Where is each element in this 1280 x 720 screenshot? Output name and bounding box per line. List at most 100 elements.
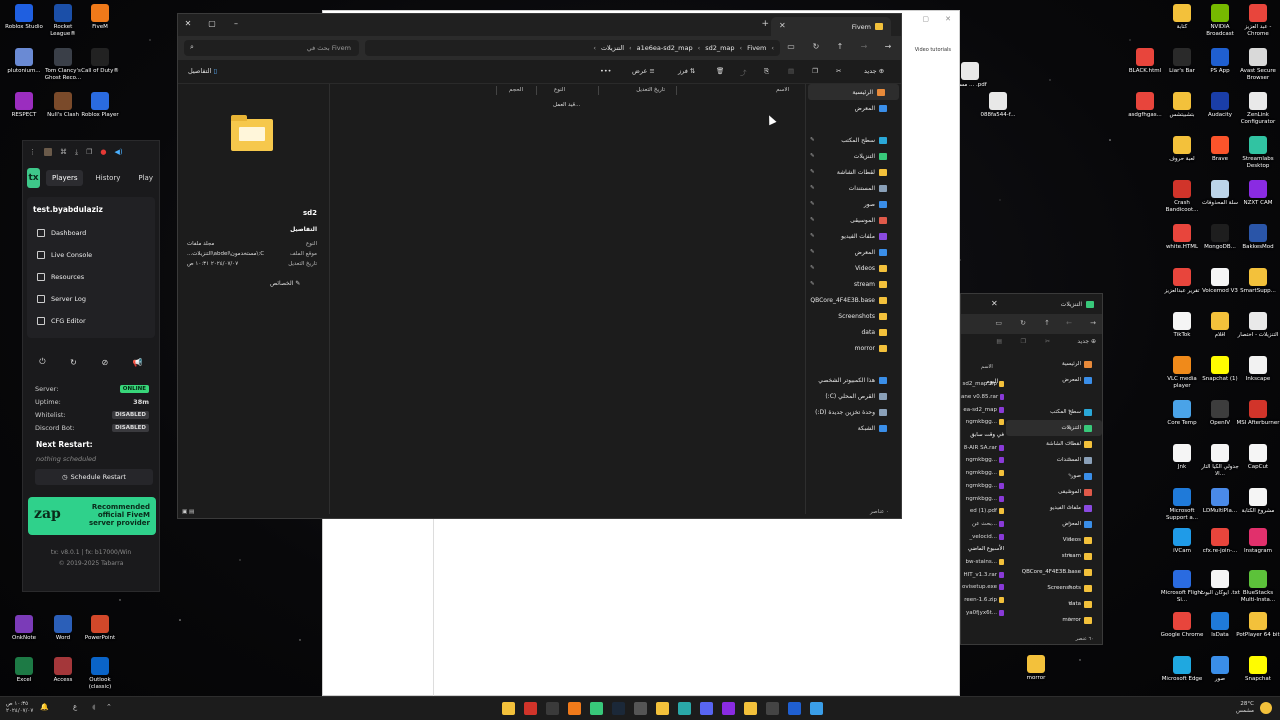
sidebar-item[interactable]: صور ✎ xyxy=(1006,468,1102,484)
file-explorer-window[interactable]: ✕ ▢ – + ✕ Fivem ⌕ بحث في Fivem ‹ التنزيل… xyxy=(177,13,902,519)
breadcrumb-item[interactable]: sd2_map xyxy=(705,44,734,52)
desktop-icon[interactable]: Call of Duty® xyxy=(78,48,122,75)
column-size[interactable]: الحجم xyxy=(509,87,523,93)
clock[interactable]: ١٠:٣٥ ص ٢٠٢٤/٠٧/٠٧ xyxy=(6,701,33,715)
desktop-icon[interactable]: RESPECT xyxy=(2,92,46,119)
menu-item-resources[interactable]: Resources xyxy=(33,266,149,288)
avatar-icon[interactable] xyxy=(44,148,52,156)
file-row[interactable]: bw-stains... xyxy=(961,556,1007,569)
back-arrow-icon[interactable]: → xyxy=(1090,319,1096,327)
tray-icon[interactable]: ◖ xyxy=(92,703,96,711)
desktop-icon[interactable]: 088fa544-f... xyxy=(976,92,1020,119)
record-icon[interactable]: ● xyxy=(100,148,106,156)
sidebar-item[interactable]: الشبكة xyxy=(806,420,901,436)
cut-icon[interactable]: ✂ xyxy=(836,67,841,75)
desktop-icon[interactable]: NZXT CAM xyxy=(1236,180,1280,207)
show-hidden-icons-icon[interactable]: ⌃ xyxy=(106,703,112,711)
rename-icon[interactable]: ⎘ xyxy=(764,67,769,76)
file-explorer-icon[interactable] xyxy=(502,702,515,715)
view-button[interactable]: عرض ≡ xyxy=(632,67,655,75)
maximize-icon[interactable]: ▢ xyxy=(922,15,929,23)
desktop-icon[interactable]: morror xyxy=(1014,655,1058,682)
more-options-icon[interactable]: ••• xyxy=(600,67,612,75)
sidebar-item[interactable]: Videos ✎ xyxy=(806,260,901,276)
forward-arrow-icon[interactable]: → xyxy=(858,42,870,51)
downloads-explorer-window[interactable]: التنزيلات ✕ → ← ↑ ↻ ▭ ⊕ جديد ✂ ❐ ▤ الاسم… xyxy=(960,293,1103,645)
app-green-icon[interactable] xyxy=(590,702,603,715)
file-row[interactable]: ngmkbgg... xyxy=(961,480,1007,493)
file-row[interactable]: 8-AIR SA.rar xyxy=(961,441,1007,454)
sidebar-item[interactable]: سطح المكتب ✎ xyxy=(1006,404,1102,420)
desktop-icon[interactable]: Excel xyxy=(2,657,46,684)
sidebar-item[interactable]: Screenshots ✎ xyxy=(1006,580,1102,596)
sidebar-item[interactable]: QBCore_4F4E3B.base xyxy=(806,292,901,308)
column-type[interactable]: النوع xyxy=(554,87,565,93)
steam-icon[interactable] xyxy=(612,702,625,715)
language-indicator[interactable]: ع xyxy=(73,703,77,711)
file-row[interactable]: ya0fjyx6t... xyxy=(961,606,1007,619)
desktop-icon[interactable]: Roblox Studio xyxy=(2,4,46,31)
file-row[interactable]: sd2_map.zip xyxy=(961,378,1007,391)
desktop-icon[interactable]: MSI Afterburner xyxy=(1236,400,1280,427)
sort-button[interactable]: فرز ⇅ xyxy=(678,67,695,75)
file-row[interactable]: _velocid... xyxy=(961,530,1007,543)
up-arrow-icon[interactable]: ↑ xyxy=(834,42,846,51)
file-row[interactable]: ea-sd2_map xyxy=(961,403,1007,416)
notification-icon[interactable]: 🔔 xyxy=(40,703,49,711)
sidebar-item[interactable]: morror ✎ xyxy=(1006,612,1102,628)
file-row[interactable]: ovisetup.exe xyxy=(961,581,1007,594)
sidebar-item[interactable]: صور ✎ xyxy=(806,196,901,212)
sidebar-item[interactable]: المعرض xyxy=(806,100,901,116)
desktop-icon[interactable]: BakkesMod xyxy=(1236,224,1280,251)
desktop-icon[interactable]: PowerPoint xyxy=(78,615,122,642)
tab-history[interactable]: History xyxy=(89,170,126,186)
close-tab-icon[interactable]: ✕ xyxy=(991,299,998,308)
copy-icon[interactable]: ❐ xyxy=(812,67,818,75)
computer-icon[interactable]: ▭ xyxy=(995,319,1002,327)
file-row[interactable]: ngmkbgg... xyxy=(961,467,1007,480)
desktop-icon[interactable]: OnkNote xyxy=(2,615,46,642)
paste-icon[interactable]: ▤ xyxy=(788,67,794,75)
sidebar-item[interactable]: ملفات الفيديو ✎ xyxy=(806,228,901,244)
column-modified[interactable]: تاريخ التعديل xyxy=(636,87,665,93)
sidebar-item[interactable]: التنزيلات ✎ xyxy=(806,148,901,164)
desktop-icon[interactable]: PotPlayer 64 bit xyxy=(1236,612,1280,639)
folder-icon[interactable] xyxy=(656,702,669,715)
breadcrumb-item[interactable]: a1e6ea-sd2_map xyxy=(637,44,693,52)
app-teal-icon[interactable] xyxy=(678,702,691,715)
txadmin-panel[interactable]: ⋮ ⌘ ⤓ ❐ ● ◀) tx Players History Play tes… xyxy=(22,140,160,592)
refresh-icon[interactable]: ↻ xyxy=(1020,319,1026,327)
file-row[interactable]: ngmkbgg... xyxy=(961,492,1007,505)
sidebar-item[interactable]: QBCore_4F4E3B.base ✎ xyxy=(1006,564,1102,580)
discord-icon[interactable] xyxy=(700,702,713,715)
file-row[interactable]: reen-1.6.zip xyxy=(961,594,1007,607)
desktop-icon[interactable]: Instagram xyxy=(1236,528,1280,555)
back-arrow-icon[interactable]: → xyxy=(882,42,894,51)
desktop-icon[interactable]: Inkscape xyxy=(1236,356,1280,383)
stop-server-icon[interactable]: ⏻ xyxy=(39,357,45,367)
desktop-icon[interactable]: SmartSupp... xyxy=(1236,268,1280,295)
sidebar-item[interactable]: المعرض ✎ xyxy=(806,244,901,260)
tab-fivem[interactable]: ✕ Fivem xyxy=(771,17,891,36)
desktop-icon[interactable]: عبد العزيز - Chrome xyxy=(1236,4,1280,38)
sidebar-item[interactable]: المستندات ✎ xyxy=(806,180,901,196)
delete-icon[interactable]: 🗑 xyxy=(716,67,724,75)
refresh-icon[interactable]: ↻ xyxy=(810,42,822,51)
sidebar-item[interactable]: الموسيقى ✎ xyxy=(1006,484,1102,500)
disable-icon[interactable]: ⊘ xyxy=(101,358,108,367)
app-terminal-icon[interactable] xyxy=(546,702,559,715)
weather-widget[interactable]: 28°C مشمس xyxy=(1236,701,1254,715)
search-input[interactable]: ⌕ بحث في Fivem xyxy=(184,40,359,56)
sidebar-item[interactable]: morror xyxy=(806,340,901,356)
file-row[interactable]: بحث عن... xyxy=(961,518,1007,531)
app-red-icon[interactable] xyxy=(524,702,537,715)
desktop-icon[interactable]: BlueStacks Multi-Insta... xyxy=(1236,570,1280,604)
zap-hosting-banner[interactable]: zap Recommended official FiveM server pr… xyxy=(28,497,156,535)
sidebar-item[interactable]: data ✎ xyxy=(1006,596,1102,612)
column-name[interactable]: الاسم xyxy=(776,87,789,93)
computer-icon[interactable]: ▭ xyxy=(785,42,797,51)
address-bar[interactable]: ‹ التنزيلات ‹ a1e6ea-sd2_map ‹ sd2_map ‹ Fivem… xyxy=(365,40,780,56)
copy-icon[interactable]: ❐ xyxy=(1021,338,1026,345)
sidebar-item[interactable]: المعرض xyxy=(1006,372,1102,388)
desktop-icon[interactable]: CapCut xyxy=(1236,444,1280,471)
